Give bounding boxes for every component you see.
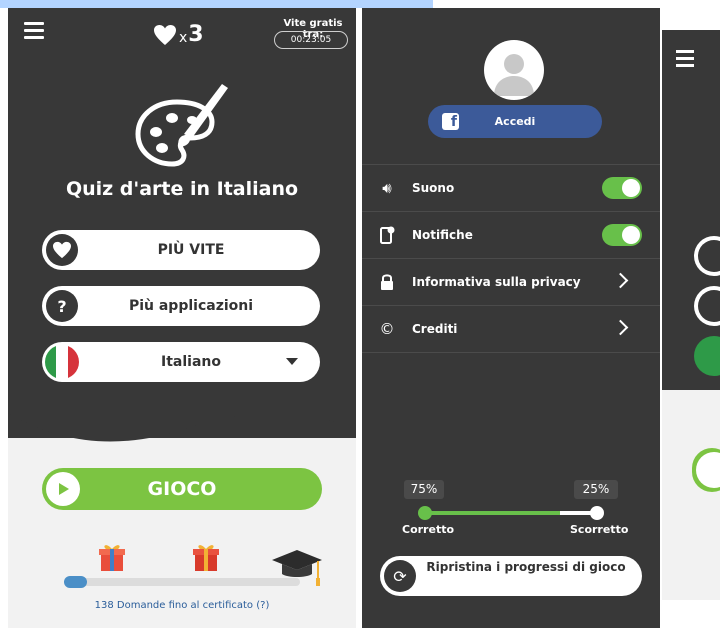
- wrong-dot: [590, 506, 604, 520]
- chevron-down-icon: [286, 358, 298, 365]
- correct-bar: [424, 511, 560, 515]
- heart-plus-icon: [46, 234, 78, 266]
- peek-play-button[interactable]: [692, 448, 720, 492]
- lives-counter: x 3: [153, 22, 204, 47]
- language-label: Italiano: [161, 354, 221, 370]
- question-apps-icon: ?: [46, 290, 78, 322]
- graduation-cap-icon: [272, 550, 322, 586]
- app-title: Quiz d'arte in Italiano: [65, 178, 299, 200]
- more-apps-label: Più applicazioni: [128, 298, 254, 314]
- heart-icon: [154, 24, 176, 45]
- menu-item-privacy[interactable]: Informativa sulla privacy: [362, 258, 660, 305]
- play-label: GIOCO: [147, 478, 217, 500]
- palette-icon: [135, 84, 228, 167]
- more-apps-button[interactable]: ? Più applicazioni: [42, 286, 320, 326]
- lock-icon: [378, 273, 396, 291]
- phone-notification-icon: [378, 226, 396, 244]
- more-lives-label: PIÙ VITE: [157, 242, 225, 258]
- speaker-icon: 🔊︎: [382, 179, 392, 197]
- wrong-percentage: 25%: [574, 480, 618, 499]
- menu-item-notifications[interactable]: Notifiche: [362, 211, 660, 258]
- certificate-progress-text[interactable]: 138 Domande fino al certificato (?): [8, 600, 356, 611]
- correct-label: Corretto: [402, 523, 455, 536]
- menu-item-label: Suono: [412, 181, 455, 195]
- play-button[interactable]: GIOCO: [42, 468, 322, 510]
- home-screen-peek: [662, 30, 720, 600]
- gift-icon: [193, 545, 219, 571]
- play-icon: [46, 472, 80, 506]
- certificate-progress-track: [66, 578, 300, 586]
- chevron-right-icon: [612, 319, 629, 336]
- home-screen: x 3 Vite gratis tra: 00:23:05 Quiz d'art…: [8, 8, 356, 628]
- menu-item-label: Informativa sulla privacy: [412, 275, 581, 289]
- italy-flag-icon: [45, 345, 79, 379]
- menu-item-label: Notifiche: [412, 228, 473, 242]
- lives-multiplier: x: [179, 29, 188, 46]
- more-lives-button[interactable]: PIÙ VITE: [42, 230, 320, 270]
- correct-dot: [418, 506, 432, 520]
- refresh-icon: ⟳: [384, 560, 416, 592]
- menu-icon[interactable]: [24, 22, 44, 40]
- menu-item-sound[interactable]: 🔊︎ Suono: [362, 164, 660, 211]
- menu-item-credits[interactable]: © Crediti: [362, 305, 660, 353]
- reset-progress-label: Ripristina i progressi di gioco: [426, 560, 626, 574]
- gift-icon: [99, 545, 125, 571]
- notifications-toggle[interactable]: [602, 224, 642, 246]
- facebook-icon: f: [442, 113, 459, 130]
- side-menu: f Accedi 🔊︎ Suono Notifiche Informativa …: [362, 8, 660, 628]
- certificate-progress-fill: [64, 576, 87, 588]
- menu-icon[interactable]: [676, 50, 694, 71]
- facebook-login-button[interactable]: f Accedi: [428, 105, 602, 138]
- correct-percentage: 75%: [404, 480, 444, 499]
- copyright-icon: ©: [379, 320, 395, 338]
- menu-item-label: Crediti: [412, 322, 458, 336]
- language-selector[interactable]: Italiano: [42, 342, 320, 382]
- lives-count: 3: [188, 22, 204, 47]
- user-avatar-icon[interactable]: [484, 40, 544, 100]
- wave-divider: [8, 378, 356, 442]
- top-highlight-bar: [0, 0, 433, 8]
- free-lives-timer: 00:23:05: [274, 31, 348, 49]
- wrong-label: Scorretto: [570, 523, 629, 536]
- sound-toggle[interactable]: [602, 177, 642, 199]
- reset-progress-button[interactable]: ⟳ Ripristina i progressi di gioco: [380, 556, 642, 596]
- chevron-right-icon: [612, 272, 629, 289]
